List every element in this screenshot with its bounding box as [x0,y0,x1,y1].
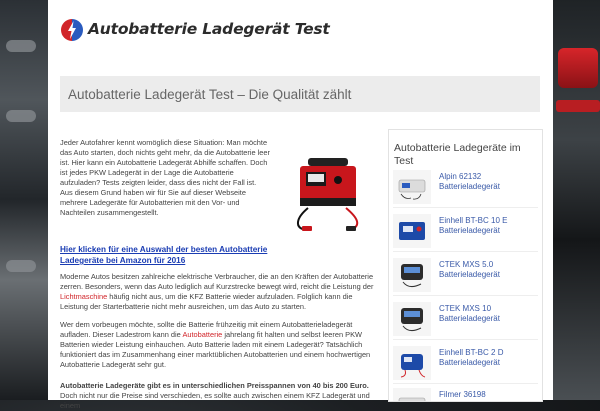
logo-bolt-icon[interactable] [60,18,84,42]
charger-white-icon [393,170,431,204]
engine-pipe [6,40,36,52]
divider [393,295,538,296]
engine-red-part [556,100,600,112]
sidebar-item-einhell-10[interactable]: Einhell BT-BC 10 E Batterieladegerät [393,212,538,252]
engine-pipe [6,260,36,272]
sidebar-item-label[interactable]: Einhell BT-BC 2 D Batterieladegerät [439,348,539,367]
page-container: Autobatterie Ladegerät Test Autobatterie… [48,0,553,410]
intro-paragraph: Jeder Autofahrer kennt womöglich diese S… [60,138,270,217]
divider [393,207,538,208]
sidebar-item-label[interactable]: CTEK MXS 5.0 Batterieladegerät [439,260,539,279]
paragraph-preise: Autobatterie Ladegeräte gibt es in unter… [60,381,370,410]
sidebar-item-label[interactable]: Alpin 62132 Batterieladegerät [439,172,539,191]
charger-blue-icon [393,346,431,380]
site-logo-text[interactable]: Autobatterie Ladegerät Test [88,20,330,38]
link-autobatterie[interactable]: Autobatterie [182,330,222,339]
background-engine-left [0,0,48,400]
link-lichtmaschine[interactable]: Lichtmaschine [60,292,107,301]
sidebar-item-alpin[interactable]: Alpin 62132 Batterieladegerät [393,168,538,208]
sidebar-item-label[interactable]: Einhell BT-BC 10 E Batterieladegerät [439,216,539,235]
page-title: Autobatterie Ladegerät Test – Die Qualit… [68,87,352,102]
charger-ctek-icon [393,302,431,336]
page-title-bar: Autobatterie Ladegerät Test – Die Qualit… [60,76,540,112]
sidebar-widget: Autobatterie Ladegeräte im Test Alpin 62… [388,129,543,402]
charger-ctek-icon [393,258,431,292]
engine-red-cap [558,48,598,88]
sidebar-item-einhell-2[interactable]: Einhell BT-BC 2 D Batterieladegerät [393,344,538,384]
battery-charger-image[interactable] [286,152,370,236]
sidebar-title: Autobatterie Ladegeräte im Test [394,142,521,167]
divider [393,383,538,384]
main-content: Jeder Autofahrer kennt womöglich diese S… [60,138,378,410]
sidebar-item-ctek-10[interactable]: CTEK MXS 10 Batterieladegerät [393,300,538,340]
site-header: Autobatterie Ladegerät Test [48,6,553,56]
paragraph-vorbeugen: Wer dem vorbeugen möchte, sollte die Bat… [60,320,371,369]
charger-blue-icon [393,214,431,248]
paragraph-verbraucher: Moderne Autos besitzen zahlreiche elektr… [60,272,374,311]
sidebar-item-ctek-5[interactable]: CTEK MXS 5.0 Batterieladegerät [393,256,538,296]
amazon-link[interactable]: Hier klicken für eine Auswahl der besten… [60,244,280,266]
sidebar-item-label[interactable]: Filmer 36198 Batterieladegerät [439,390,539,401]
engine-pipe [6,110,36,122]
divider [393,251,538,252]
background-engine-right [552,0,600,400]
sidebar-item-label[interactable]: CTEK MXS 10 Batterieladegerät [439,304,539,323]
divider [393,339,538,340]
